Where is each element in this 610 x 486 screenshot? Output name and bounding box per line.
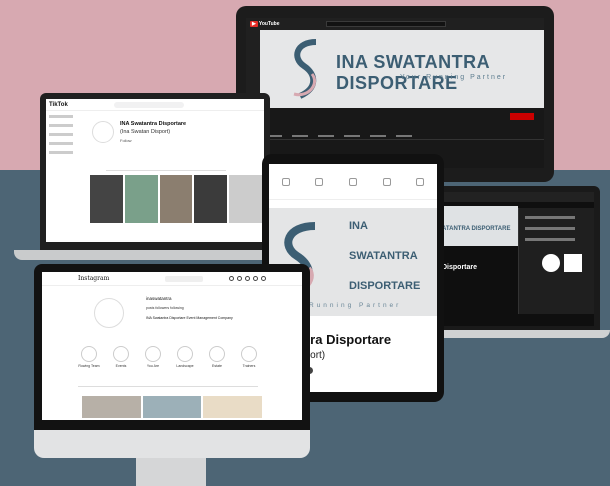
gear-icon[interactable] [382,177,391,186]
highlight-item[interactable]: Events [110,346,132,368]
menu-item[interactable] [525,216,575,219]
laptop-base [418,330,610,338]
instagram-bio: INA Swatantra Disportare Event Managemen… [146,316,233,320]
imac-instagram: Instagram inaswatantra posts followers f… [34,264,310,430]
laptop-base [14,250,296,260]
tiktok-tabs [106,165,226,171]
explore-icon[interactable] [253,276,258,281]
channel-name: Disportare [442,264,478,271]
tiktok-video-grid [90,175,262,223]
instagram-post-grid [82,396,263,418]
imac-chin [34,430,310,458]
banner-tagline: Running Partner [309,302,402,309]
highlight-item[interactable]: Estate [206,346,228,368]
sidebar-item[interactable] [49,124,73,127]
instagram-screen: Instagram inaswatantra posts followers f… [42,272,302,420]
video-thumbnail[interactable] [124,175,158,223]
tab-videos[interactable] [292,135,308,137]
tab-about[interactable] [396,135,412,137]
tiktok-header: TikTok [46,99,264,111]
banner-text: ATANTRA DISPORTARE [442,226,511,232]
tiktok-search-input[interactable] [113,101,184,108]
youtube-mobile-banner: ATANTRA DISPORTARE [438,206,518,246]
instagram-search-input[interactable] [165,275,203,282]
subscribe-button[interactable] [510,113,534,120]
instagram-stats: posts followers following [146,306,184,310]
instagram-logo[interactable]: Instagram [78,275,109,282]
home-icon[interactable] [229,276,234,281]
instagram-tabs [78,386,258,390]
menu-item[interactable] [525,238,575,241]
tab-community[interactable] [344,135,360,137]
video-thumbnail[interactable] [90,175,123,223]
post-thumbnail[interactable] [203,396,263,418]
highlight-item[interactable]: You Are [142,346,164,368]
highlight-item[interactable]: Rowing Team [78,346,100,368]
tiktok-sidebar [46,111,86,242]
banner-title: INA SWATANTRA DISPORTARE [336,52,490,93]
home-icon[interactable] [281,177,290,186]
tab-channels[interactable] [370,135,386,137]
instagram-header: Instagram [42,272,302,286]
sidebar-item[interactable] [49,142,73,145]
partner-logo [564,254,582,272]
add-icon[interactable] [245,276,250,281]
video-thumbnail[interactable] [159,175,193,223]
s-logo-icon [293,39,317,99]
avatar[interactable] [542,254,560,272]
instagram-highlights: Rowing Team Events You Are Landscape Est… [78,346,260,368]
youtube-logo[interactable]: ▶ YouTube [250,21,280,27]
heart-icon[interactable] [261,276,266,281]
sidebar-item[interactable] [49,115,73,118]
imac-stand [136,458,206,486]
video-thumbnail[interactable] [229,175,262,223]
tiktok-handle: (Ina Swatan Disport) [120,129,171,135]
instagram-nav-icons [229,276,266,281]
banner-line-1: INA [349,220,368,232]
banner-line-2: SWATANTRA [349,250,418,262]
tiktok-display-name: INA Swatantra Disportare [120,121,187,127]
highlight-item[interactable]: Landscape [174,346,196,368]
laptop-youtube-mobile: ATANTRA DISPORTARE Disportare [432,186,600,332]
messenger-icon[interactable] [237,276,242,281]
tiktok-screen: TikTok INA Swatantra Disportare (Ina Swa… [46,99,264,242]
instagram-username: inaswatantra [146,296,172,301]
menu-item[interactable] [525,227,575,230]
tab-playlists[interactable] [318,135,334,137]
sidebar-item[interactable] [49,133,73,136]
instagram-avatar[interactable] [94,298,124,328]
video-icon[interactable] [315,177,324,186]
youtube-mobile-screen: ATANTRA DISPORTARE Disportare [438,192,594,326]
tiktok-follow-button[interactable]: Follow [120,138,132,143]
laptop-tiktok: TikTok INA Swatantra Disportare (Ina Swa… [40,93,270,250]
tiktok-logo[interactable]: TikTok [49,102,68,108]
sidebar-item[interactable] [49,151,73,154]
youtube-channel-banner: INA SWATANTRA DISPORTARE Your Running Pa… [260,30,544,108]
post-thumbnail[interactable] [142,396,202,418]
youtube-header: ▶ YouTube [246,18,544,30]
tiktok-avatar[interactable] [92,121,114,143]
menu-icon[interactable] [416,177,425,186]
image-icon[interactable] [348,177,357,186]
banner-line-3: DISPORTARE [349,280,421,292]
youtube-mobile-header [438,192,594,202]
banner-tagline: Your Running Partner [400,74,508,81]
youtube-search-input[interactable] [325,21,446,27]
post-thumbnail[interactable] [82,396,141,418]
tablet-nav [269,164,437,200]
video-thumbnail[interactable] [194,175,228,223]
youtube-screen: ▶ YouTube INA SWATANTRA DISPORTARE Your R… [246,18,544,168]
youtube-channel-row [260,108,544,132]
highlight-item[interactable]: Trainers [238,346,260,368]
youtube-tabs [260,132,544,140]
